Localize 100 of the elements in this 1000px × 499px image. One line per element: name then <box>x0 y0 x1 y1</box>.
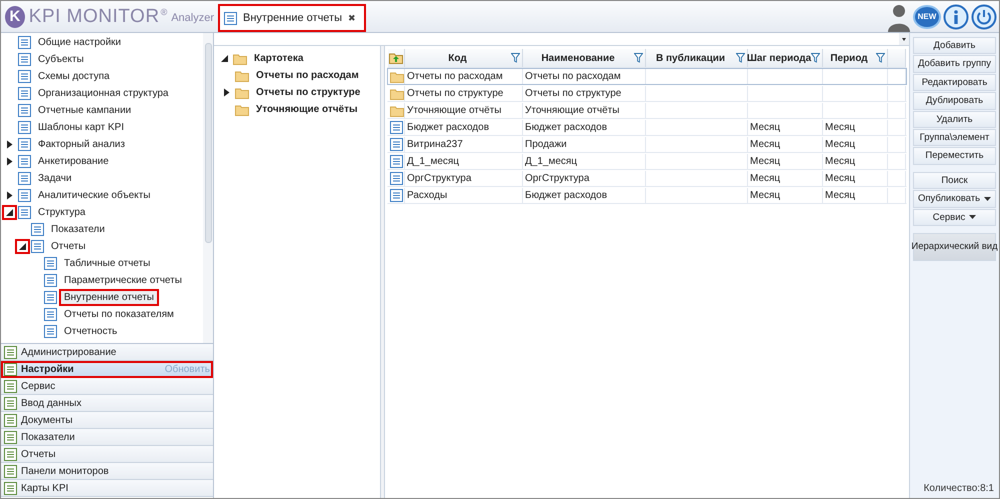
table-row[interactable]: Расходы Бюджет расходов Месяц Месяц <box>387 187 907 204</box>
registered-mark: ® <box>160 7 168 17</box>
table-row[interactable]: Отчеты по структуре Отчеты по структуре <box>387 85 907 102</box>
folder-icon <box>235 86 249 98</box>
tree-item[interactable]: Схемы доступа <box>35 70 113 83</box>
column-header[interactable]: Шаг периода <box>748 49 823 67</box>
tree-item[interactable]: Аналитические объекты <box>35 189 154 202</box>
expander-icon[interactable] <box>220 54 229 63</box>
logo-subtitle: Analyzer <box>171 12 214 24</box>
action-button[interactable]: Добавить группу <box>913 55 996 73</box>
expander-icon[interactable] <box>222 88 231 97</box>
tree-item[interactable]: Параметрические отчеты <box>61 274 185 287</box>
tree-item[interactable]: Задачи <box>35 172 75 185</box>
tree-item[interactable]: Уточняющие отчёты <box>253 103 361 116</box>
table-cell: Отчеты по структуре <box>405 86 523 101</box>
tree-item[interactable]: Общие настройки <box>35 36 124 49</box>
action-button[interactable]: Группа\элемент <box>913 128 996 146</box>
column-header[interactable]: Период <box>823 49 888 67</box>
filter-icon[interactable] <box>876 53 885 63</box>
list-icon <box>4 380 17 392</box>
caret-icon <box>969 215 976 220</box>
tree-item[interactable]: Структура <box>35 206 88 219</box>
expander-icon[interactable] <box>5 208 14 217</box>
table-header-cell <box>888 49 906 67</box>
action-button[interactable]: Опубликовать <box>913 190 996 208</box>
table-cell: Месяц <box>748 137 823 152</box>
table-cell: Месяц <box>823 171 888 186</box>
table-row[interactable]: Бюджет расходов Бюджет расходов Месяц Месяц <box>387 119 907 136</box>
scrollbar[interactable] <box>203 33 213 343</box>
tree-item[interactable]: Показатели <box>48 223 108 236</box>
list-icon <box>18 121 31 134</box>
table-cell: Д_1_месяц <box>405 154 523 169</box>
expander-icon[interactable] <box>5 140 14 149</box>
table-cell: Отчеты по структуре <box>523 86 646 101</box>
table-cell: Месяц <box>748 154 823 169</box>
list-icon <box>31 223 44 236</box>
filter-icon[interactable] <box>511 53 520 63</box>
accordion-item[interactable]: Документы <box>1 412 213 429</box>
column-header[interactable]: В публикации <box>646 49 748 67</box>
tree-item[interactable]: Отчеты по структуре <box>253 86 364 99</box>
accordion-item[interactable]: Сервис <box>1 378 213 395</box>
table-row[interactable]: Д_1_месяц Д_1_месяц Месяц Месяц <box>387 153 907 170</box>
document-tab[interactable]: Внутренние отчеты ✖ <box>218 4 366 32</box>
accordion-item[interactable]: Панели мониторов <box>1 463 213 480</box>
filter-icon[interactable] <box>736 53 745 63</box>
table-row[interactable]: Витрина237 Продажи Месяц Месяц <box>387 136 907 153</box>
list-icon <box>18 189 31 202</box>
tree-item[interactable]: Отчетность <box>61 325 120 338</box>
table-row[interactable]: Уточняющие отчёты Уточняющие отчёты <box>387 102 907 119</box>
expander-icon[interactable] <box>5 157 14 166</box>
action-button[interactable]: Дублировать <box>913 92 996 110</box>
table-cell: Продажи <box>523 137 646 152</box>
tree-item[interactable]: Отчеты <box>48 240 89 253</box>
filter-icon[interactable] <box>811 53 820 63</box>
tree-item[interactable]: Отчетные кампании <box>35 104 134 117</box>
action-button[interactable]: Переместить <box>913 147 996 165</box>
expander-icon[interactable] <box>18 242 27 251</box>
table-cell: Месяц <box>748 171 823 186</box>
tree-item[interactable]: Отчеты по расходам <box>253 69 362 82</box>
list-icon <box>4 482 17 494</box>
table-cell: Месяц <box>748 188 823 203</box>
tree-item[interactable]: Табличные отчеты <box>61 257 154 270</box>
table-row[interactable]: ОргСтруктура ОргСтруктура Месяц Месяц <box>387 170 907 187</box>
news-button[interactable]: NEW <box>913 4 941 28</box>
table-cell: Месяц <box>748 120 823 135</box>
action-button[interactable]: Иерархический вид <box>913 232 996 261</box>
table-row[interactable]: Отчеты по расходам Отчеты по расходам <box>387 68 907 85</box>
column-header[interactable]: Код <box>405 49 523 67</box>
tree-item[interactable]: Субъекты <box>35 53 87 66</box>
table-cell: Месяц <box>823 188 888 203</box>
table-cell: Витрина237 <box>405 137 523 152</box>
action-button[interactable]: Удалить <box>913 110 996 128</box>
accordion-item[interactable]: Отчеты <box>1 446 213 463</box>
list-icon <box>18 206 31 219</box>
action-button[interactable]: Сервис <box>913 208 996 226</box>
tree-item[interactable]: Внутренние отчеты <box>61 291 157 304</box>
tree-item[interactable]: Анкетирование <box>35 155 112 168</box>
folder-icon <box>235 70 249 82</box>
accordion-item[interactable]: Показатели <box>1 429 213 446</box>
accordion-item[interactable]: Настройки Обновить <box>1 361 213 378</box>
tree-item[interactable]: Отчеты по показателям <box>61 308 177 321</box>
up-folder-icon[interactable] <box>389 52 403 64</box>
tree-item[interactable]: Организационная структура <box>35 87 172 100</box>
power-icon[interactable] <box>971 4 997 30</box>
list-icon <box>18 104 31 117</box>
list-icon <box>224 12 237 24</box>
info-icon[interactable] <box>943 4 969 30</box>
tree-item[interactable]: Шаблоны карт KPI <box>35 121 127 134</box>
action-button[interactable]: Добавить <box>913 37 996 54</box>
action-button[interactable]: Редактировать <box>913 74 996 92</box>
filter-icon[interactable] <box>634 53 643 63</box>
table-cell: Уточняющие отчёты <box>523 103 646 118</box>
expander-icon[interactable] <box>5 191 14 200</box>
tree-item[interactable]: Картотека <box>251 52 306 65</box>
action-button[interactable]: Поиск <box>913 172 996 190</box>
accordion-item[interactable]: Администрирование <box>1 344 213 361</box>
accordion-item[interactable]: Карты KPI <box>1 480 213 497</box>
accordion-item[interactable]: Ввод данных <box>1 395 213 412</box>
column-header[interactable]: Наименование <box>523 49 646 67</box>
tree-item[interactable]: Факторный анализ <box>35 138 128 151</box>
